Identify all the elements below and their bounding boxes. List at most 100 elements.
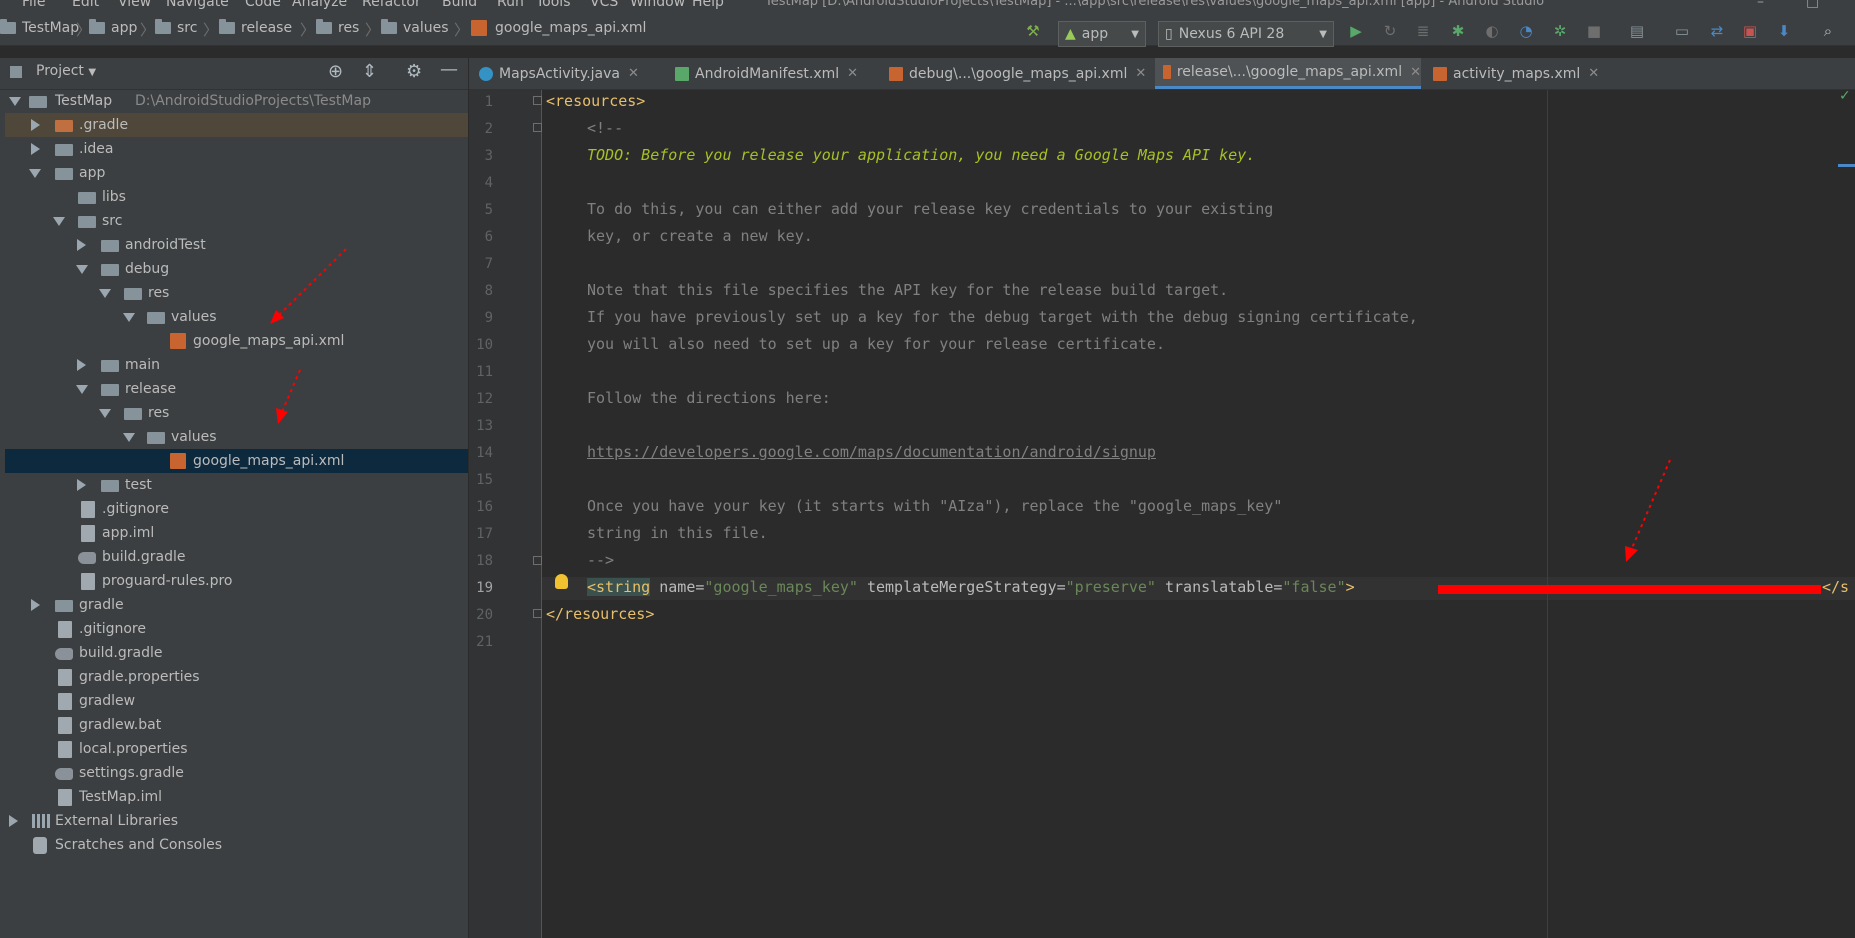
hide-panel-icon[interactable]: — <box>440 59 458 80</box>
tree-item-testmap-iml[interactable]: TestMap.iml <box>5 785 468 809</box>
tree-item-release[interactable]: release <box>5 377 468 401</box>
rerun-icon[interactable]: ↻ <box>1381 22 1399 40</box>
menu-window[interactable]: Window <box>630 0 685 10</box>
stop-icon[interactable]: ■ <box>1585 22 1603 40</box>
tree-item-gradle[interactable]: gradle <box>5 593 468 617</box>
tree-item-local-properties[interactable]: local.properties <box>5 737 468 761</box>
tree-item-app-build-gradle[interactable]: build.gradle <box>5 545 468 569</box>
sdk-manager-icon[interactable]: ⬇ <box>1775 22 1793 40</box>
menu-refactor[interactable]: Refactor <box>362 0 421 10</box>
close-icon[interactable]: ✕ <box>1410 65 1421 80</box>
line-number: 20 <box>476 607 493 623</box>
breadcrumb-testmap[interactable]: TestMap <box>0 19 79 37</box>
menu-navigate[interactable]: Navigate <box>166 0 229 10</box>
tree-item-idea[interactable]: .idea <box>5 137 468 161</box>
breadcrumb-app[interactable]: app <box>89 19 137 37</box>
tree-item-gradlew-bat[interactable]: gradlew.bat <box>5 713 468 737</box>
close-icon[interactable]: ✕ <box>1588 66 1599 81</box>
tree-item-root-gitignore[interactable]: .gitignore <box>5 617 468 641</box>
collapse-all-icon[interactable]: ⇕ <box>362 61 377 82</box>
gear-icon[interactable]: ⚙ <box>406 61 422 82</box>
locate-icon[interactable]: ⊕ <box>328 61 343 82</box>
search-icon[interactable]: ⌕ <box>1819 22 1837 40</box>
tree-item-release-values[interactable]: values <box>5 425 468 449</box>
menu-edit[interactable]: Edit <box>72 0 99 10</box>
close-icon[interactable]: ✕ <box>847 66 858 81</box>
tab-release-google-maps-api-xml[interactable]: release\...\google_maps_api.xml ✕ <box>1155 58 1421 89</box>
close-icon[interactable]: ✕ <box>1135 66 1146 81</box>
breadcrumb-values[interactable]: values <box>381 19 449 37</box>
inspection-ok-icon[interactable]: ✓ <box>1839 88 1851 104</box>
avd-manager-icon[interactable]: ▣ <box>1741 22 1759 40</box>
scrollbar-marker[interactable] <box>1838 164 1855 167</box>
tab-mapsactivity-java[interactable]: MapsActivity.java ✕ <box>479 58 639 89</box>
tree-item-external-libraries[interactable]: External Libraries <box>5 809 468 833</box>
tree-item-debug-res[interactable]: res <box>5 281 468 305</box>
breadcrumb-file[interactable]: google_maps_api.xml <box>471 19 646 37</box>
tree-item-gradlew[interactable]: gradlew <box>5 689 468 713</box>
device-select[interactable]: ▯ Nexus 6 API 28 ▼ <box>1158 21 1334 47</box>
menu-tools[interactable]: Tools <box>536 0 571 10</box>
project-panel-header: Project ▼ ⊕ ⇕ ⚙ — <box>0 58 468 90</box>
tree-item-main[interactable]: main <box>5 353 468 377</box>
tree-item-src[interactable]: src <box>5 209 468 233</box>
debug-icon[interactable]: ✱ <box>1449 22 1467 40</box>
menu-view[interactable]: View <box>118 0 151 10</box>
project-path: D:\AndroidStudioProjects\TestMap <box>135 93 371 109</box>
hammer-icon[interactable]: ⚒ <box>1024 22 1042 40</box>
apply-changes-icon[interactable]: ≣ <box>1414 22 1432 40</box>
fold-marker-icon[interactable] <box>533 123 542 132</box>
tree-item-testmap[interactable]: TestMap D:\AndroidStudioProjects\TestMap <box>5 89 468 113</box>
menu-code[interactable]: Code <box>245 0 281 10</box>
project-view-select[interactable]: Project ▼ <box>36 63 96 79</box>
menu-file[interactable]: File <box>22 0 45 10</box>
close-icon[interactable]: ✕ <box>628 66 639 81</box>
tab-androidmanifest-xml[interactable]: AndroidManifest.xml ✕ <box>675 58 875 89</box>
tree-item-debug[interactable]: debug <box>5 257 468 281</box>
profiler-icon[interactable]: ◔ <box>1517 22 1535 40</box>
tree-item-root-build-gradle[interactable]: build.gradle <box>5 641 468 665</box>
tab-label: MapsActivity.java <box>499 65 620 82</box>
tree-item-app[interactable]: app <box>5 161 468 185</box>
layout-inspector-icon[interactable]: ▭ <box>1673 22 1691 40</box>
documentation-link[interactable]: https://developers.google.com/maps/docum… <box>587 443 1156 461</box>
lightbulb-icon[interactable] <box>555 574 568 589</box>
tree-item-release-google-maps-api-xml[interactable]: google_maps_api.xml <box>5 449 468 473</box>
tree-item-proguard[interactable]: proguard-rules.pro <box>5 569 468 593</box>
attach-debugger-icon[interactable]: ◐ <box>1483 22 1501 40</box>
menu-analyze[interactable]: Analyze <box>292 0 347 10</box>
tree-item-debug-google-maps-api-xml[interactable]: google_maps_api.xml <box>5 329 468 353</box>
tree-item-gradle-properties[interactable]: gradle.properties <box>5 665 468 689</box>
tab-activity-maps-xml[interactable]: activity_maps.xml ✕ <box>1433 58 1623 89</box>
menu-run[interactable]: Run <box>497 0 524 10</box>
tree-item-release-res[interactable]: res <box>5 401 468 425</box>
attr-value: "preserve" <box>1065 578 1156 596</box>
tab-debug-google-maps-api-xml[interactable]: debug\...\google_maps_api.xml ✕ <box>889 58 1151 89</box>
menu-build[interactable]: Build <box>442 0 477 10</box>
fold-marker-icon[interactable] <box>533 556 542 565</box>
fold-marker-icon[interactable] <box>533 96 542 105</box>
tree-item-debug-values[interactable]: values <box>5 305 468 329</box>
minimize-icon[interactable]: – <box>1757 0 1764 10</box>
maximize-icon[interactable]: □ <box>1806 0 1819 10</box>
tree-item-test[interactable]: test <box>5 473 468 497</box>
tree-item-settings-gradle[interactable]: settings.gradle <box>5 761 468 785</box>
menu-help[interactable]: Help <box>692 0 724 10</box>
breadcrumb-src[interactable]: src <box>155 19 197 37</box>
breadcrumb-res[interactable]: res <box>316 19 359 37</box>
debug-attach-icon[interactable]: ✲ <box>1551 22 1569 40</box>
tree-item-gradle-dir[interactable]: .gradle <box>5 113 468 137</box>
tree-item-scratches[interactable]: Scratches and Consoles <box>5 833 468 857</box>
project-structure-icon[interactable]: ▤ <box>1628 22 1646 40</box>
breadcrumb-release[interactable]: release <box>219 19 292 37</box>
run-icon[interactable]: ▶ <box>1347 22 1365 40</box>
fold-marker-icon[interactable] <box>533 609 542 618</box>
text-file-icon <box>81 572 95 590</box>
tree-item-app-iml[interactable]: app.iml <box>5 521 468 545</box>
sync-icon[interactable]: ⇄ <box>1708 22 1726 40</box>
menu-vcs[interactable]: VCS <box>590 0 618 10</box>
tree-item-app-gitignore[interactable]: .gitignore <box>5 497 468 521</box>
run-config-select[interactable]: ▲ app ▼ <box>1058 21 1146 47</box>
tree-item-androidtest[interactable]: androidTest <box>5 233 468 257</box>
tree-item-libs[interactable]: libs <box>5 185 468 209</box>
